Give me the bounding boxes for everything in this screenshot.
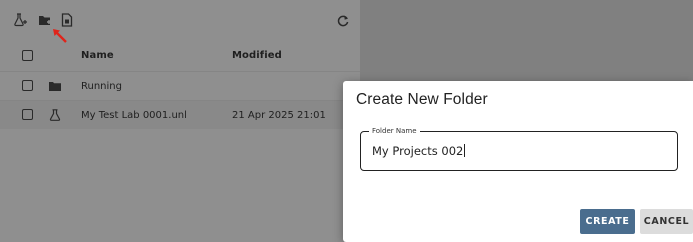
refresh-icon[interactable] (336, 13, 350, 27)
annotation-arrow-icon (53, 29, 67, 43)
dialog-title: Create New Folder (356, 91, 488, 108)
table-row[interactable]: My Test Lab 0001.unl 21 Apr 2025 21:01 (0, 100, 360, 129)
lab-flask-icon (49, 109, 61, 121)
row-checkbox[interactable] (22, 80, 33, 91)
select-all-checkbox[interactable] (22, 50, 33, 61)
import-file-icon[interactable] (60, 13, 74, 27)
file-browser: Name Modified Running My Test Lab 0001.u… (0, 0, 360, 242)
folder-name-value: My Projects 002 (372, 144, 464, 158)
table-row[interactable]: Running (0, 71, 360, 100)
column-header-name[interactable]: Name (81, 50, 114, 61)
folder-icon (49, 80, 61, 92)
column-header-modified[interactable]: Modified (232, 50, 282, 61)
toolbar (0, 0, 360, 43)
row-name: My Test Lab 0001.unl (81, 110, 187, 121)
folder-name-label: Folder Name (369, 126, 420, 136)
folder-name-input[interactable]: My Projects 002 (372, 144, 466, 158)
create-button[interactable]: CREATE (580, 209, 635, 234)
add-lab-icon[interactable] (13, 13, 27, 27)
text-caret (464, 144, 466, 157)
folder-name-field[interactable]: Folder Name My Projects 002 (360, 126, 678, 171)
row-checkbox[interactable] (22, 109, 33, 120)
row-modified: 21 Apr 2025 21:01 (232, 110, 326, 121)
create-folder-dialog: Create New Folder Folder Name My Project… (343, 81, 693, 242)
row-name: Running (81, 81, 122, 92)
table-header (0, 44, 360, 70)
cancel-button[interactable]: CANCEL (640, 209, 693, 234)
add-folder-icon[interactable] (38, 13, 52, 27)
